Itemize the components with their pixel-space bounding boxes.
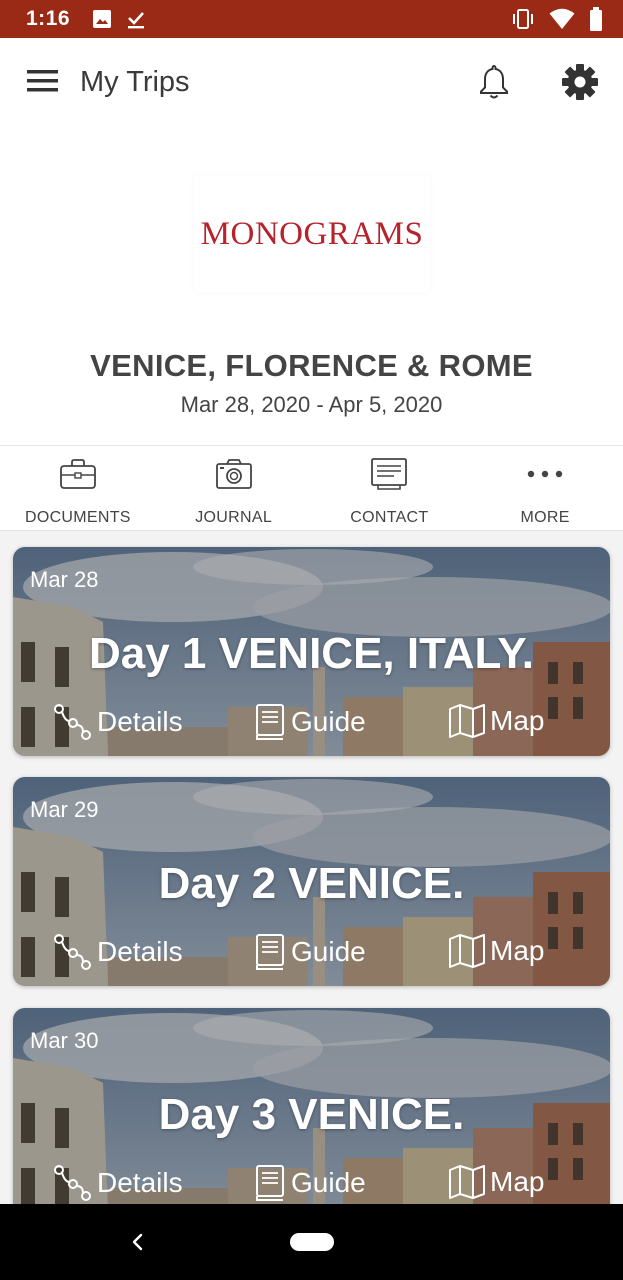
menu-icon — [27, 70, 58, 92]
page-title: My Trips — [80, 66, 190, 98]
book-icon — [256, 704, 284, 740]
details-link[interactable]: Details — [53, 703, 183, 741]
day-date: Mar 29 — [30, 797, 99, 822]
back-button[interactable] — [126, 1230, 150, 1254]
battery-icon — [589, 7, 603, 31]
bell-icon — [480, 64, 508, 99]
wifi-icon — [549, 8, 575, 30]
download-done-icon — [126, 9, 146, 29]
guide-link[interactable]: Guide — [253, 1164, 366, 1202]
details-link[interactable]: Details — [53, 1164, 183, 1202]
day-links: Details Guide Map — [13, 933, 610, 973]
more-button[interactable]: MORE — [467, 446, 623, 530]
journal-button[interactable]: JOURNAL — [156, 446, 312, 530]
day-date: Mar 28 — [30, 567, 99, 592]
documents-button[interactable]: DOCUMENTS — [0, 446, 156, 530]
day-card[interactable]: Mar 28 Day 1 VENICE, ITALY. Details Guid… — [13, 547, 610, 756]
trip-actions-bar: DOCUMENTS JOURNAL CONTACT MORE — [0, 445, 623, 531]
more-label: MORE — [520, 509, 570, 526]
guide-link[interactable]: Guide — [253, 933, 366, 971]
guide-link[interactable]: Guide — [253, 703, 366, 741]
route-icon — [54, 934, 91, 970]
day-card[interactable]: Mar 30 Day 3 VENICE. Details Guide Map — [13, 1008, 610, 1204]
system-nav-bar — [0, 1204, 623, 1280]
status-left-icons — [92, 9, 146, 29]
itinerary-list: Mar 28 Day 1 VENICE, ITALY. Details Guid… — [0, 531, 623, 1204]
vibrate-icon — [511, 8, 535, 30]
brand-logo: MONOGRAMS — [194, 176, 430, 292]
day-links: Details Guide Map — [13, 703, 610, 743]
map-icon — [449, 934, 485, 968]
map-icon — [449, 1165, 485, 1199]
contact-label: CONTACT — [350, 509, 429, 526]
guide-label: Guide — [291, 936, 366, 967]
map-icon — [449, 704, 485, 738]
contact-button[interactable]: CONTACT — [312, 446, 468, 530]
status-bar: 1:16 — [0, 0, 623, 38]
map-link[interactable]: Map — [448, 1164, 544, 1200]
map-link[interactable]: Map — [448, 703, 544, 739]
menu-button[interactable] — [26, 68, 60, 98]
map-label: Map — [490, 1166, 545, 1197]
app-bar: My Trips — [0, 38, 623, 128]
map-link[interactable]: Map — [448, 933, 544, 969]
details-link[interactable]: Details — [53, 933, 183, 971]
day-card[interactable]: Mar 29 Day 2 VENICE. Details Guide Map — [13, 777, 610, 986]
details-label: Details — [97, 1167, 183, 1198]
brand-logo-text: MONOGRAMS — [200, 215, 424, 252]
camera-icon — [215, 456, 253, 492]
day-date: Mar 30 — [30, 1028, 99, 1053]
home-pill-icon[interactable] — [290, 1233, 334, 1251]
book-icon — [256, 1165, 284, 1201]
details-label: Details — [97, 706, 183, 737]
details-label: Details — [97, 936, 183, 967]
day-title: Day 2 VENICE. — [158, 859, 465, 908]
day-title: Day 3 VENICE. — [158, 1090, 465, 1139]
more-icon — [526, 456, 564, 492]
settings-button[interactable] — [560, 62, 600, 102]
book-icon — [256, 934, 284, 970]
guide-label: Guide — [291, 706, 366, 737]
notifications-button[interactable] — [474, 62, 514, 102]
day-links: Details Guide Map — [13, 1164, 610, 1204]
day-title: Day 1 VENICE, ITALY. — [88, 629, 535, 678]
contact-card-icon — [370, 456, 408, 492]
documents-label: DOCUMENTS — [24, 509, 131, 526]
status-right-icons — [511, 7, 603, 31]
trip-dates: Mar 28, 2020 - Apr 5, 2020 — [180, 392, 443, 417]
route-icon — [54, 704, 91, 740]
trip-title: VENICE, FLORENCE & ROME — [90, 348, 533, 383]
briefcase-icon — [59, 456, 97, 492]
screen: 1:16 My Trips MONOGRAMS VENICE, FLORENCE… — [0, 0, 623, 1280]
map-label: Map — [490, 705, 545, 736]
route-icon — [54, 1165, 91, 1201]
back-icon — [132, 1233, 143, 1251]
journal-label: JOURNAL — [195, 509, 273, 526]
image-icon — [92, 9, 112, 29]
status-time: 1:16 — [26, 7, 71, 30]
map-label: Map — [490, 935, 545, 966]
guide-label: Guide — [291, 1167, 366, 1198]
gear-icon — [562, 64, 598, 100]
